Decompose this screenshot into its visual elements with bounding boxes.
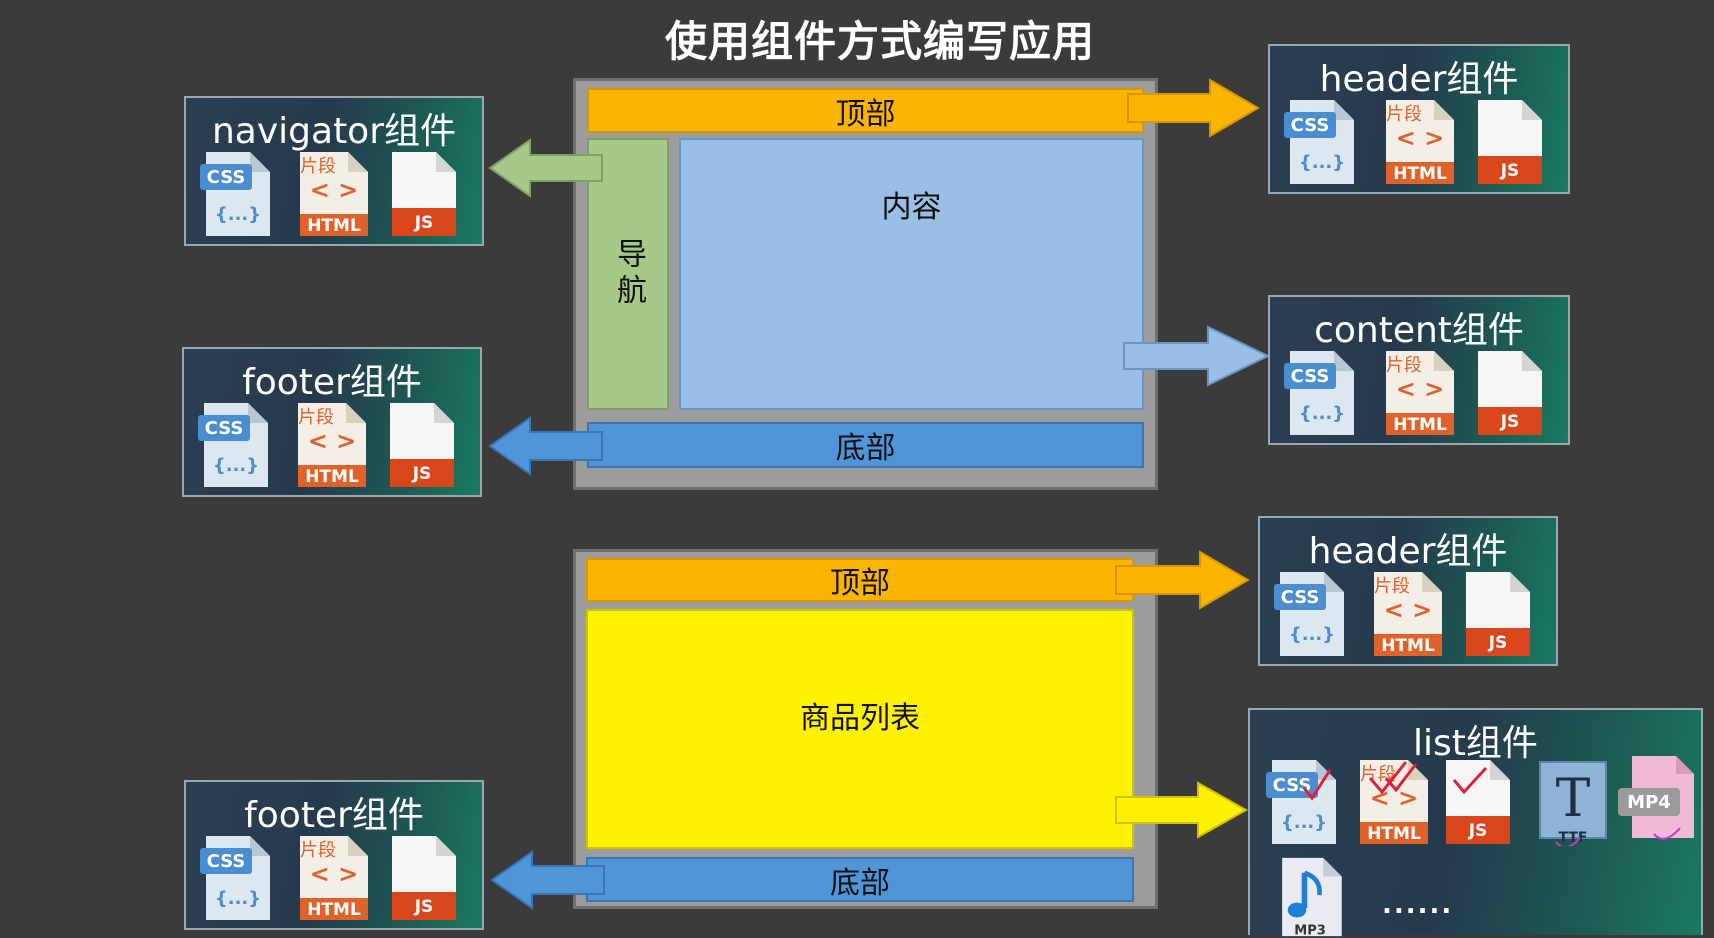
svg-text:{...}: {...}: [1289, 624, 1335, 645]
top-band-1-label: 顶部: [835, 96, 896, 132]
bottom-band-2-label: 底部: [830, 865, 890, 901]
html-snippet-icon: 片段 < > HTML: [1370, 570, 1444, 658]
mp3-audio-icon: MP3: [1274, 856, 1348, 938]
svg-text:{...}: {...}: [215, 888, 261, 909]
svg-text:CSS: CSS: [207, 851, 246, 872]
svg-text:CSS: CSS: [1291, 366, 1330, 387]
svg-text:< >: < >: [310, 860, 359, 888]
navigator-component: navigator组件 CSS {...} 片段 < > HTML JS: [184, 96, 484, 246]
navigator-component-title: navigator组件: [211, 111, 457, 152]
svg-text:T: T: [1556, 769, 1591, 829]
svg-text:HTML: HTML: [1381, 636, 1435, 656]
bottom-band-2: 底部: [586, 857, 1134, 902]
css-file-icon: CSS {...}: [198, 150, 272, 238]
svg-text:JS: JS: [414, 213, 434, 233]
svg-text:< >: < >: [308, 427, 357, 455]
svg-text:片段: 片段: [298, 407, 334, 428]
page-title: 使用组件方式编写应用: [664, 17, 1095, 66]
js-file-icon: JS: [386, 150, 460, 238]
svg-text:片段: 片段: [300, 840, 336, 861]
svg-text:HTML: HTML: [307, 900, 361, 920]
svg-text:HTML: HTML: [307, 216, 361, 236]
svg-text:CSS: CSS: [1273, 775, 1312, 796]
svg-text:HTML: HTML: [1393, 164, 1447, 184]
svg-text:JS: JS: [414, 897, 434, 917]
svg-text:CSS: CSS: [1291, 115, 1330, 136]
top-band-2-label: 顶部: [830, 566, 890, 601]
footer-component-1: footer组件 CSS {...} 片段 < > HTML JS: [182, 347, 482, 497]
svg-text:片段: 片段: [300, 156, 336, 177]
js-file-icon: JS: [386, 834, 460, 922]
svg-text:{...}: {...}: [1299, 403, 1345, 424]
html-snippet-icon: 片段 < > HTML: [294, 401, 368, 489]
header-component-2: header组件 CSS {...} 片段 < > HTML JS: [1258, 516, 1558, 666]
svg-text:MP3: MP3: [1294, 923, 1326, 938]
footer-component-2: footer组件 CSS {...} 片段 < > HTML JS: [184, 780, 484, 930]
svg-text:HTML: HTML: [1393, 415, 1447, 435]
top-band-2: 顶部: [586, 558, 1134, 602]
list-band-label: 商品列表: [800, 701, 920, 736]
svg-text:{...}: {...}: [215, 204, 261, 225]
svg-text:{...}: {...}: [1281, 812, 1327, 833]
bottom-band-1: 底部: [587, 422, 1144, 468]
svg-text:HTML: HTML: [1367, 824, 1421, 844]
svg-text:< >: < >: [1396, 124, 1445, 152]
html-snippet-icon: 片段 < > HTML: [1382, 98, 1456, 186]
svg-text:< >: < >: [310, 176, 359, 204]
js-file-icon: JS: [1472, 98, 1546, 186]
js-file-icon: JS: [1440, 758, 1514, 846]
svg-text:MP4: MP4: [1627, 792, 1671, 813]
html-snippet-icon: 片段 < > HTML: [1356, 758, 1430, 846]
list-component: list组件 CSS {...} 片段 < > HTML JS T TTF MP4 MP…: [1248, 708, 1703, 938]
svg-text:片段: 片段: [1374, 576, 1410, 597]
content-component-title: content组件: [1314, 310, 1524, 351]
content-band: 内容: [679, 138, 1144, 410]
svg-text:{...}: {...}: [1299, 152, 1345, 173]
svg-text:CSS: CSS: [1281, 587, 1320, 608]
css-file-icon: CSS {...}: [196, 401, 270, 489]
footer-component-1-title: footer组件: [242, 362, 422, 403]
svg-text:CSS: CSS: [205, 418, 244, 439]
html-snippet-icon: 片段 < > HTML: [296, 150, 370, 238]
svg-text:JS: JS: [1468, 821, 1488, 841]
ttf-font-icon: T TTF: [1536, 758, 1610, 846]
js-file-icon: JS: [1472, 349, 1546, 437]
svg-text:HTML: HTML: [305, 467, 359, 487]
header-component-1-title: header组件: [1319, 59, 1519, 100]
mp4-video-icon: MP4: [1618, 754, 1698, 842]
nav-band-label: 导航: [611, 238, 646, 310]
footer-component-2-title: footer组件: [244, 795, 424, 836]
svg-text:CSS: CSS: [207, 167, 246, 188]
svg-text:片段: 片段: [1386, 355, 1422, 376]
more-formats-ellipsis: ......: [1382, 890, 1454, 920]
content-band-label: 内容: [881, 190, 942, 225]
html-snippet-icon: 片段 < > HTML: [1382, 349, 1456, 437]
content-component: content组件 CSS {...} 片段 < > HTML JS: [1268, 295, 1570, 445]
nav-band: 导航: [587, 138, 669, 410]
css-file-icon: CSS {...}: [1272, 570, 1346, 658]
svg-text:{...}: {...}: [213, 455, 259, 476]
svg-text:JS: JS: [412, 464, 432, 484]
bottom-band-1-label: 底部: [835, 431, 896, 466]
svg-text:< >: < >: [1384, 596, 1433, 624]
svg-text:JS: JS: [1488, 633, 1508, 653]
svg-text:片段: 片段: [1386, 104, 1422, 125]
svg-text:JS: JS: [1500, 161, 1520, 181]
css-file-icon: CSS {...}: [1282, 98, 1356, 186]
header-component-1: header组件 CSS {...} 片段 < > HTML JS: [1268, 44, 1570, 194]
top-band-1: 顶部: [587, 88, 1144, 133]
svg-text:< >: < >: [1396, 375, 1445, 403]
css-file-icon: CSS {...}: [1264, 758, 1338, 846]
header-component-2-title: header组件: [1308, 531, 1508, 572]
css-file-icon: CSS {...}: [1282, 349, 1356, 437]
html-snippet-icon: 片段 < > HTML: [296, 834, 370, 922]
css-file-icon: CSS {...}: [198, 834, 272, 922]
list-band: 商品列表: [586, 609, 1134, 849]
js-file-icon: JS: [1460, 570, 1534, 658]
js-file-icon: JS: [384, 401, 458, 489]
svg-text:JS: JS: [1500, 412, 1520, 432]
